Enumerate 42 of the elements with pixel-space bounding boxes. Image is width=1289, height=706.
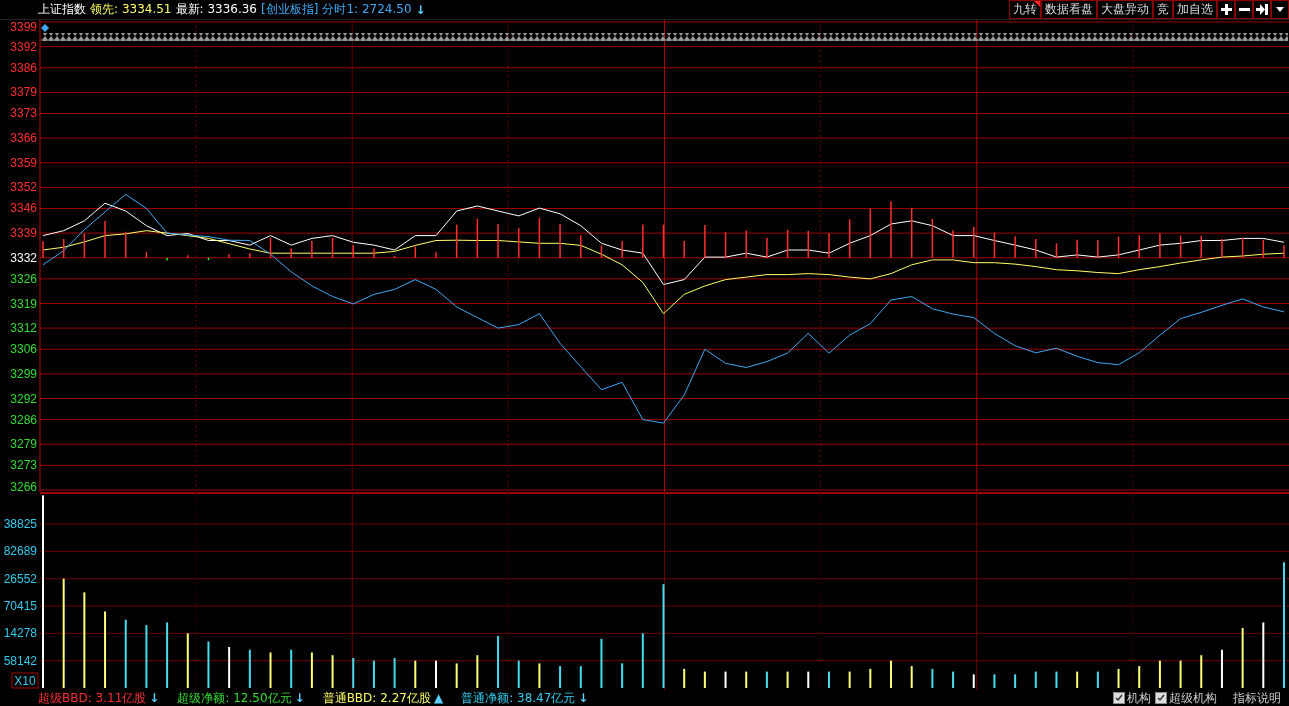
axis-label: 3286 (10, 412, 37, 427)
axis-label: 14278 (3, 626, 37, 641)
axis-label: 3326 (10, 271, 37, 286)
arrow-mark: ↓ (415, 2, 426, 17)
indicator-stat: 普通BBD: 2.27亿股 (322, 689, 431, 706)
axis-label: 3352 (10, 180, 37, 195)
indicator-stat: 超级BBD: 3.11亿股 (38, 689, 147, 706)
axis-label: 3266 (10, 480, 37, 492)
axis-label: 3339 (10, 226, 37, 241)
indicator-stat: 超级净额: 12.50亿元 (177, 689, 292, 706)
checkbox-label: 机构 (1127, 689, 1151, 706)
lead-value: 领先: 3334.51 (90, 1, 172, 18)
timeshare-value: 分时1: 2724.50 (322, 1, 412, 18)
arrow-mark: ▲ (433, 691, 444, 705)
axis-label: 70415 (3, 599, 37, 614)
arrow-mark: ↓ (578, 691, 589, 705)
axis-label: 58142 (3, 653, 37, 668)
axis-label: 3366 (10, 131, 37, 146)
axis-label: 3359 (10, 155, 37, 170)
axis-label: 3279 (10, 437, 37, 452)
axis-label: 3346 (10, 201, 37, 216)
axis-label: 3392 (10, 39, 37, 54)
latest-value: 最新: 3336.36 (175, 1, 257, 18)
axis-label: 3273 (10, 458, 37, 473)
checkbox-label: 超级机构 (1169, 689, 1217, 706)
axis-label: 3379 (10, 85, 37, 100)
axis-label: 3292 (10, 391, 37, 406)
axis-label: 3312 (10, 321, 37, 336)
axis-label: 3386 (10, 60, 37, 75)
axis-label: 26552 (3, 571, 37, 586)
axis-label: 38825 (3, 517, 37, 532)
indicator-stat: 普通净额: 38.47亿元 (461, 689, 576, 706)
arrow-mark: ↓ (149, 691, 160, 705)
axis-label: 3319 (10, 296, 37, 311)
arrow-mark: ↓ (294, 691, 305, 705)
axis-label: 3299 (10, 366, 37, 381)
axis-label: 3373 (10, 106, 37, 121)
axis-label: 3332 (10, 250, 37, 265)
axis-label: 3306 (10, 342, 37, 357)
axis-label: 3399 (10, 20, 37, 34)
axis-label: 82689 (3, 544, 37, 559)
index-title: 上证指数 (38, 1, 86, 18)
